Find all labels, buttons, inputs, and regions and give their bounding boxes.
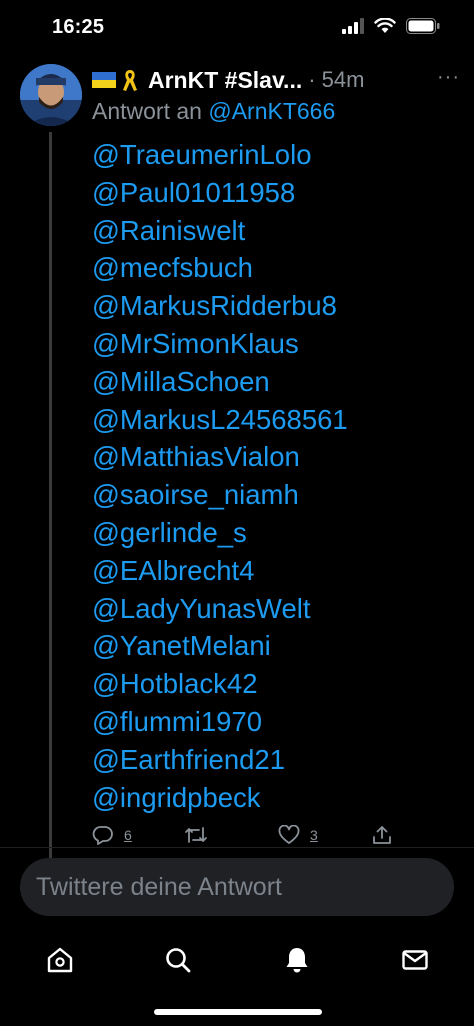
divider (0, 847, 474, 848)
tweet-time: · 54m (308, 67, 365, 92)
like-count: 3 (310, 827, 318, 843)
reply-to-handle[interactable]: @ArnKT666 (208, 98, 335, 124)
home-icon (47, 947, 73, 973)
mention-link[interactable]: @saoirse_niamh (92, 476, 348, 514)
avatar[interactable] (20, 64, 82, 126)
status-time: 16:25 (52, 16, 105, 38)
reply-to-prefix: Antwort an (92, 98, 202, 124)
reply-button[interactable]: 6 (92, 825, 132, 845)
battery-icon (406, 18, 440, 34)
reply-placeholder: Twittere deine Antwort (36, 873, 282, 901)
retweet-button[interactable] (184, 825, 218, 845)
mention-link[interactable]: @MrSimonKlaus (92, 325, 348, 363)
tab-messages[interactable] (397, 942, 433, 978)
retweet-icon (185, 827, 207, 843)
mention-link[interactable]: @EAlbrecht4 (92, 552, 348, 590)
status-bar: 16:25 (0, 0, 474, 60)
mention-link[interactable]: @Earthfriend21 (92, 741, 348, 779)
mention-link[interactable]: @MatthiasVialon (92, 438, 348, 476)
mention-link[interactable]: @MarkusRidderbu8 (92, 287, 348, 325)
mention-link[interactable]: @YanetMelani (92, 627, 348, 665)
mention-link[interactable]: @flummi1970 (92, 703, 348, 741)
reply-icon (92, 826, 113, 845)
mention-link[interactable]: @LadyYunasWelt (92, 590, 348, 628)
mention-link[interactable]: @Hotblack42 (92, 665, 348, 703)
mention-link[interactable]: @MillaSchoen (92, 363, 348, 401)
mention-link[interactable]: @Rainiswelt (92, 212, 348, 250)
mention-link[interactable]: @TraeumerinLolo (92, 136, 348, 174)
signal-icon (342, 18, 364, 34)
mention-link[interactable]: @ingridpbeck (92, 779, 348, 817)
author-name[interactable]: ArnKT #Slav... (148, 67, 302, 94)
heart-icon (278, 825, 300, 844)
ukraine-flag-icon (92, 72, 116, 88)
tab-home[interactable] (42, 942, 78, 978)
home-indicator (154, 1009, 322, 1015)
search-icon (166, 948, 191, 973)
bell-icon (286, 948, 308, 973)
mention-link[interactable]: @gerlinde_s (92, 514, 348, 552)
mention-link[interactable]: @mecfsbuch (92, 249, 348, 287)
status-icons (342, 18, 440, 34)
share-icon (373, 826, 391, 844)
more-options-icon[interactable]: ··· (437, 66, 460, 89)
tweet-actions: 6 3 (92, 825, 392, 855)
reply-input[interactable]: Twittere deine Antwort (20, 858, 454, 916)
ribbon-icon (123, 70, 137, 91)
mention-list: @TraeumerinLolo @Paul01011958 @Rainiswel… (92, 136, 348, 816)
mention-link[interactable]: @MarkusL24568561 (92, 401, 348, 439)
mail-icon (402, 950, 428, 970)
tweet-header: ArnKT #Slav... · 54m (92, 64, 462, 96)
mention-link[interactable]: @Paul01011958 (92, 174, 348, 212)
like-button[interactable]: 3 (278, 825, 318, 845)
thread-line (49, 132, 52, 908)
tab-search[interactable] (160, 942, 196, 978)
wifi-icon (374, 18, 396, 33)
reply-to-line: Antwort an @ArnKT666 (92, 98, 335, 125)
tab-notifications[interactable] (279, 942, 315, 978)
avatar-image (20, 64, 82, 126)
author-flags (92, 68, 140, 92)
reply-count: 6 (124, 827, 132, 843)
tab-bar (0, 930, 474, 990)
share-button[interactable] (372, 825, 392, 845)
